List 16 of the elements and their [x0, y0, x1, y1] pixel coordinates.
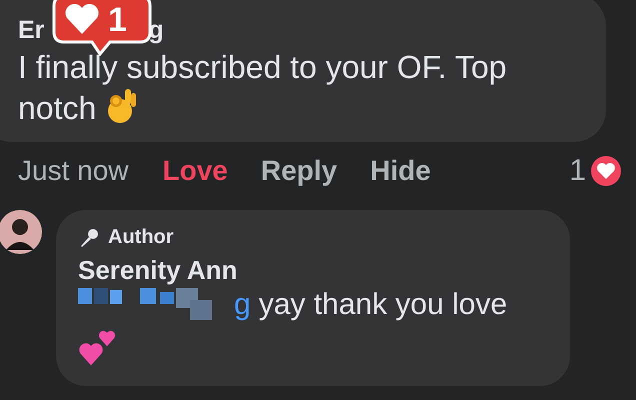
author-name: Er	[18, 16, 44, 44]
action-link[interactable]: Hide	[370, 155, 431, 187]
heart-reaction-icon	[590, 155, 622, 187]
action-link[interactable]: Love	[162, 155, 228, 187]
microphone-icon	[78, 226, 100, 248]
reply-author: Serenity Ann	[78, 255, 238, 286]
comment-text: I finally subscribed to your OF. Top notch	[18, 48, 508, 128]
heart-icon	[64, 4, 100, 36]
notification-count: 1	[108, 2, 127, 38]
action-link[interactable]: Reply	[260, 155, 338, 187]
timestamp: Just now	[18, 155, 128, 187]
reply-text: yay thank you love	[258, 288, 508, 322]
reaction-count: 1	[569, 154, 586, 188]
mention-link[interactable]: g	[234, 288, 251, 322]
author-label: Author	[108, 226, 174, 249]
hearts-icon	[78, 328, 118, 368]
